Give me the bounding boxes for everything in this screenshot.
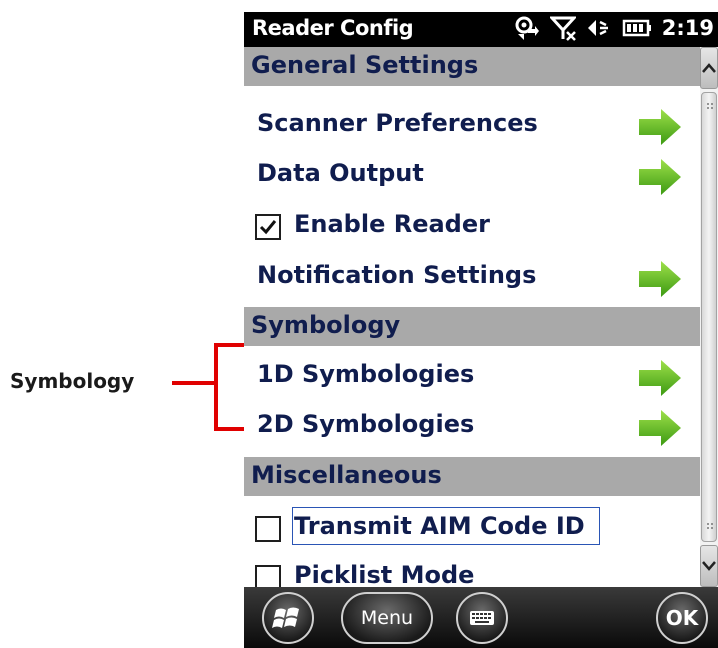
section-title: Symbology [251,311,401,339]
arrow-right-icon[interactable] [637,358,683,398]
windows-start-icon [272,607,299,628]
item-data-output[interactable]: Data Output [244,151,700,199]
chevron-down-icon [702,561,716,571]
connectivity-icon[interactable] [514,15,540,41]
grip-icon [707,523,713,529]
transmit-aim-checkbox[interactable] [255,516,281,542]
device-screen: Reader Config 2:19 General Settings Scan… [244,12,718,648]
arrow-right-icon[interactable] [637,408,683,448]
start-button[interactable] [262,592,314,644]
app-title: Reader Config [252,16,414,40]
callout-label: Symbology [10,369,135,393]
status-bar: Reader Config 2:19 [244,12,718,47]
callout-bracket-top [214,343,246,347]
item-2d-symbologies[interactable]: 2D Symbologies [244,402,700,450]
ok-button[interactable]: OK [656,592,708,644]
arrow-right-icon[interactable] [637,157,683,197]
keyboard-button[interactable] [456,592,508,644]
picklist-checkbox[interactable] [255,565,281,587]
volume-icon[interactable] [586,15,612,41]
section-title: General Settings [251,51,479,79]
scroll-thumb[interactable] [701,92,717,542]
section-title: Miscellaneous [251,461,442,489]
item-enable-reader[interactable]: Enable Reader [244,203,700,251]
section-general-settings: General Settings [244,47,700,86]
scroll-up-button[interactable] [700,47,718,89]
enable-reader-label: Enable Reader [294,210,490,238]
item-label: 2D Symbologies [257,410,475,438]
grip-icon [707,103,713,109]
item-label: Scanner Preferences [257,109,538,137]
battery-icon[interactable] [622,15,652,41]
picklist-label: Picklist Mode [294,561,475,587]
item-label: 1D Symbologies [257,360,475,388]
enable-reader-checkbox[interactable] [255,214,281,240]
callout-pointer-line [172,381,218,385]
callout-bracket-bottom [214,427,246,431]
status-icons: 2:19 [514,15,714,41]
arrow-right-icon[interactable] [637,259,683,299]
item-scanner-preferences[interactable]: Scanner Preferences [244,101,700,149]
keyboard-icon [470,611,494,625]
item-transmit-aim-code-id[interactable]: Transmit AIM Code ID [244,505,700,553]
chevron-up-icon [702,63,716,73]
bottom-softkey-bar: Menu OK [244,587,718,648]
settings-list: General Settings Scanner Preferences Dat… [244,47,700,587]
section-symbology: Symbology [244,307,700,346]
item-1d-symbologies[interactable]: 1D Symbologies [244,352,700,400]
item-picklist-mode[interactable]: Picklist Mode [244,554,700,587]
scroll-down-button[interactable] [700,545,718,587]
arrow-right-icon[interactable] [637,107,683,147]
transmit-aim-label: Transmit AIM Code ID [294,512,585,540]
item-label: Data Output [257,159,424,187]
item-label: Notification Settings [257,261,537,289]
section-miscellaneous: Miscellaneous [244,457,700,496]
scrollbar[interactable] [700,47,718,587]
menu-button[interactable]: Menu [341,592,433,644]
clock: 2:19 [661,16,714,40]
checkmark-icon [259,220,277,235]
item-notification-settings[interactable]: Notification Settings [244,253,700,301]
signal-off-icon[interactable] [549,15,576,41]
callout-bracket-vertical [214,343,218,431]
